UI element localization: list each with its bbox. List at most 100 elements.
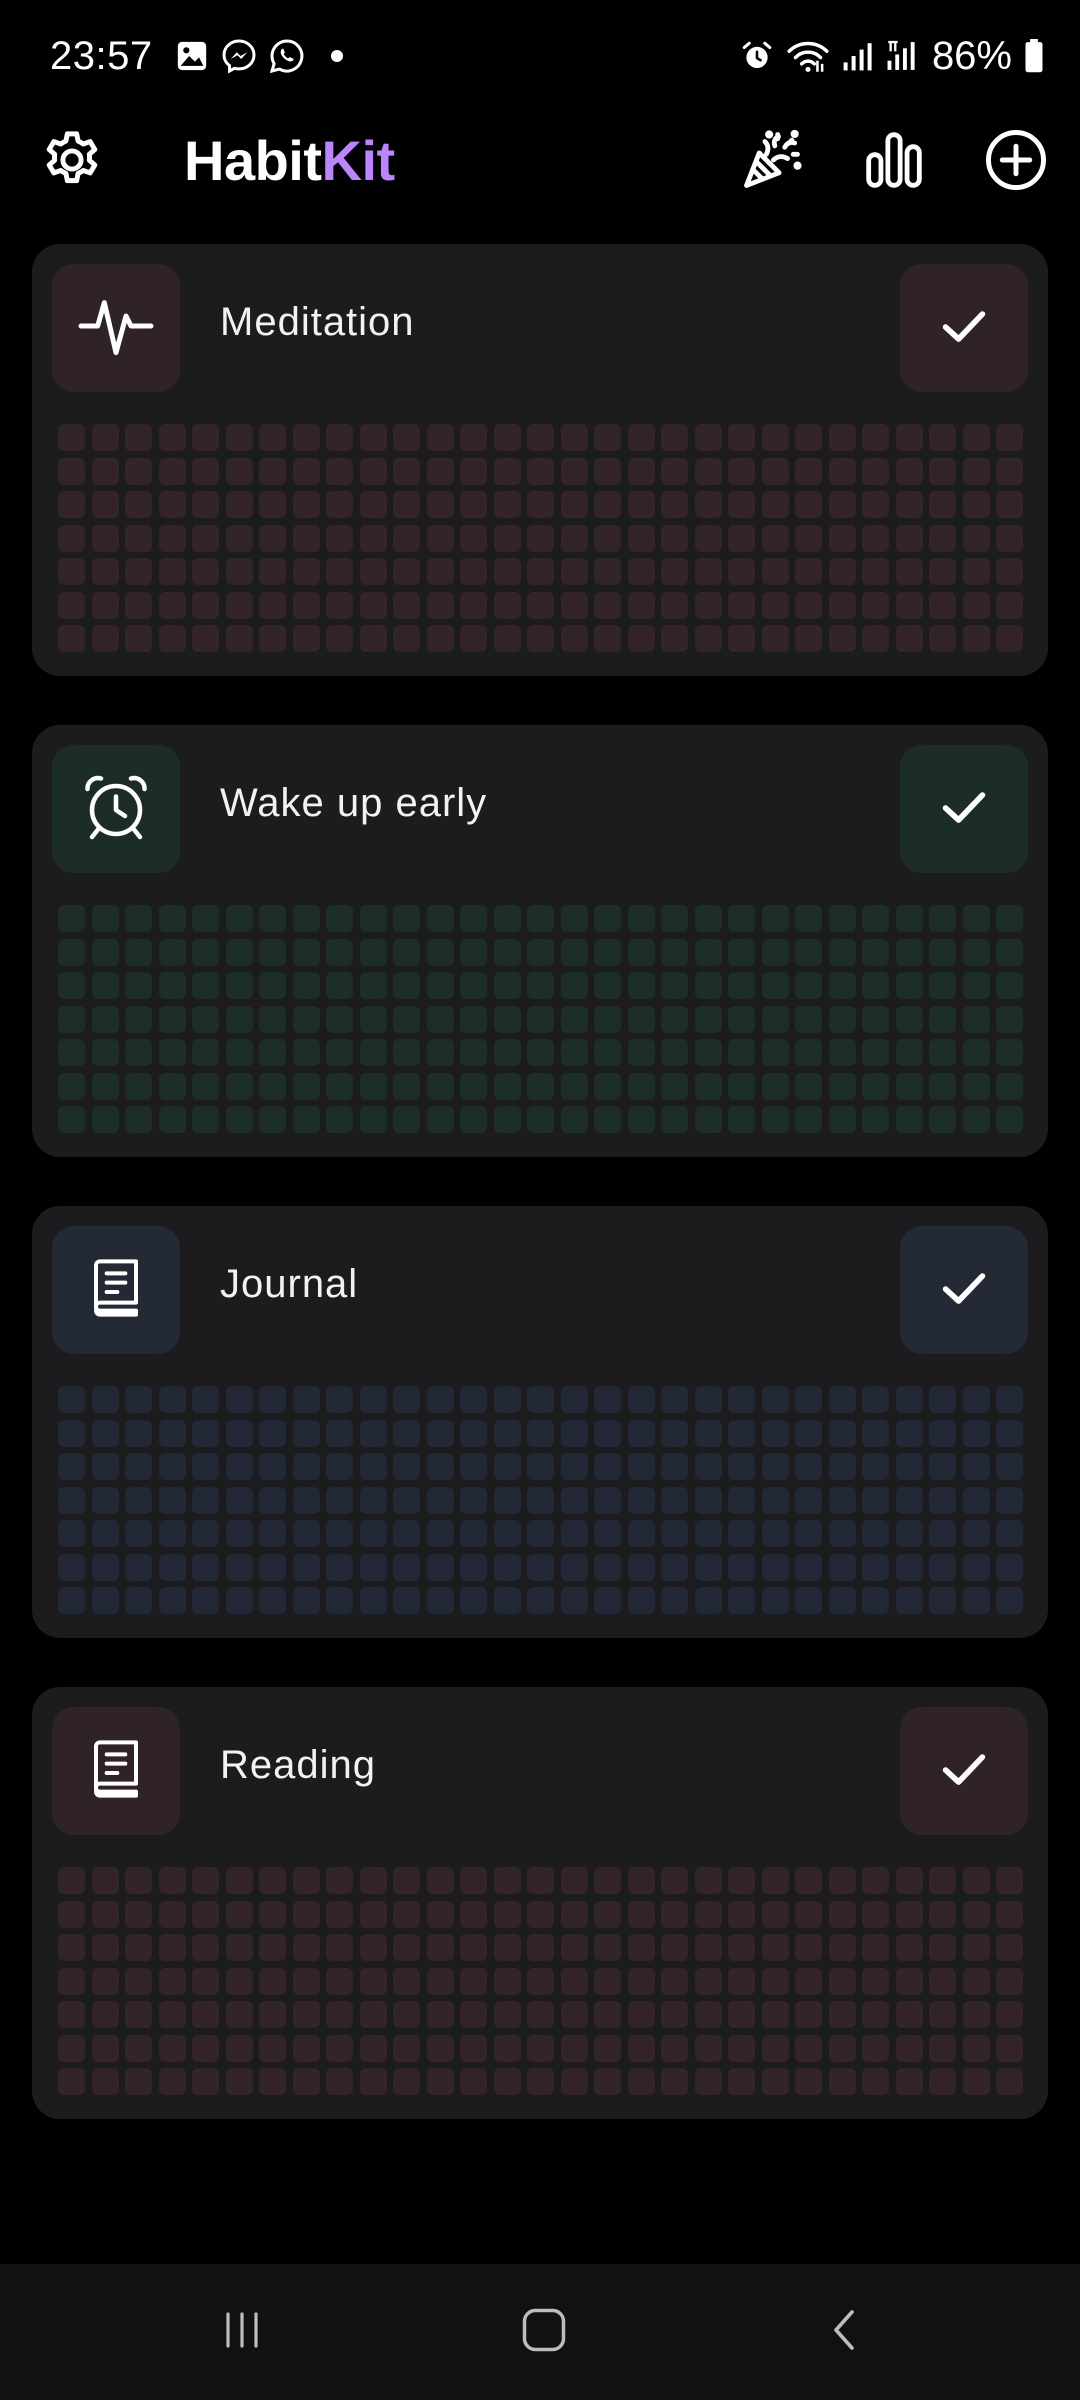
history-day-cell [728,1005,755,1033]
complete-today-button[interactable] [900,264,1028,392]
history-day-cell [728,2001,755,2028]
history-day-cell [91,524,119,552]
back-button[interactable] [786,2282,906,2382]
history-day-cell [426,2001,454,2028]
history-day-cell [929,1072,956,1100]
history-day-cell [225,2068,253,2095]
history-day-cell [862,1419,889,1447]
history-day-cell [929,1039,956,1066]
history-day-cell [627,591,655,619]
history-day-cell [895,1386,923,1413]
history-day-cell [393,1553,420,1581]
history-day-cell [862,1072,889,1100]
settings-button[interactable] [22,112,122,212]
history-day-cell [996,972,1023,999]
history-day-cell [929,1967,956,1995]
recent-apps-button[interactable] [182,2282,302,2382]
history-day-cell [493,1106,521,1133]
history-day-cell [895,1486,923,1514]
history-day-cell [58,1900,85,1928]
history-day-cell [493,625,521,652]
history-day-cell [91,2034,119,2062]
history-day-cell [359,1072,387,1100]
history-day-cell [962,424,990,451]
history-day-cell [58,1587,85,1614]
history-day-cell [326,1967,353,1995]
history-day-cell [426,591,454,619]
history-day-cell [460,905,487,932]
complete-today-button[interactable] [900,745,1028,873]
history-day-cell [192,1587,219,1614]
habit-icon-box [52,1226,180,1354]
history-day-cell [761,457,789,485]
history-day-cell [259,1072,286,1100]
history-day-cell [460,558,487,585]
history-day-cell [125,938,152,966]
app-bar: HabitKit [0,112,1080,212]
history-day-cell [527,1553,554,1581]
history-day-cell [862,1934,889,1961]
history-day-cell [728,491,755,518]
history-day-cell [761,1934,789,1961]
history-day-cell [125,1934,152,1961]
history-day-cell [560,1967,588,1995]
history-day-cell [292,2001,320,2028]
history-day-cell [125,491,152,518]
history-day-cell [493,591,521,619]
complete-today-button[interactable] [900,1226,1028,1354]
history-day-cell [58,938,85,966]
home-button[interactable] [484,2282,604,2382]
history-day-cell [862,1587,889,1614]
history-day-cell [929,1386,956,1413]
history-day-cell [560,1486,588,1514]
history-day-cell [560,1039,588,1066]
history-day-cell [795,457,822,485]
history-day-cell [560,2034,588,2062]
history-day-cell [594,1072,621,1100]
history-day-cell [125,1453,152,1480]
history-day-cell [58,1934,85,1961]
history-day-cell [795,1453,822,1480]
history-day-cell [694,424,722,451]
habit-card[interactable]: Meditation [32,244,1048,676]
history-day-cell [493,1419,521,1447]
history-day-cell [895,972,923,999]
history-day-cell [292,2068,320,2095]
home-icon [518,2304,570,2361]
history-day-cell [158,1419,186,1447]
complete-today-button[interactable] [900,1707,1028,1835]
status-time: 23:57 [50,33,153,78]
history-day-cell [594,905,621,932]
history-day-cell [326,1072,353,1100]
add-habit-button[interactable] [966,112,1066,212]
history-day-cell [292,1934,320,1961]
history-day-cell [996,1453,1023,1480]
history-day-cell [426,1106,454,1133]
history-day-cell [795,938,822,966]
history-day-cell [192,1520,219,1547]
history-day-cell [929,491,956,518]
history-day-cell [359,1453,387,1480]
habit-card[interactable]: Journal [32,1206,1048,1638]
statistics-button[interactable] [844,112,944,212]
history-day-cell [125,424,152,451]
history-day-cell [359,591,387,619]
history-day-cell [58,1520,85,1547]
history-day-cell [895,1005,923,1033]
history-day-cell [259,1486,286,1514]
history-day-cell [158,1039,186,1066]
history-day-cell [393,1520,420,1547]
history-day-cell [393,558,420,585]
celebration-button[interactable] [722,112,822,212]
history-day-cell [962,524,990,552]
history-day-cell [694,1419,722,1447]
habit-card[interactable]: Wake up early [32,725,1048,1157]
history-day-cell [560,1520,588,1547]
habit-icon-box [52,1707,180,1835]
history-day-cell [694,1934,722,1961]
history-day-cell [661,1587,688,1614]
history-day-cell [58,457,85,485]
history-day-cell [962,1386,990,1413]
history-day-cell [962,1486,990,1514]
habit-card[interactable]: Reading [32,1687,1048,2119]
